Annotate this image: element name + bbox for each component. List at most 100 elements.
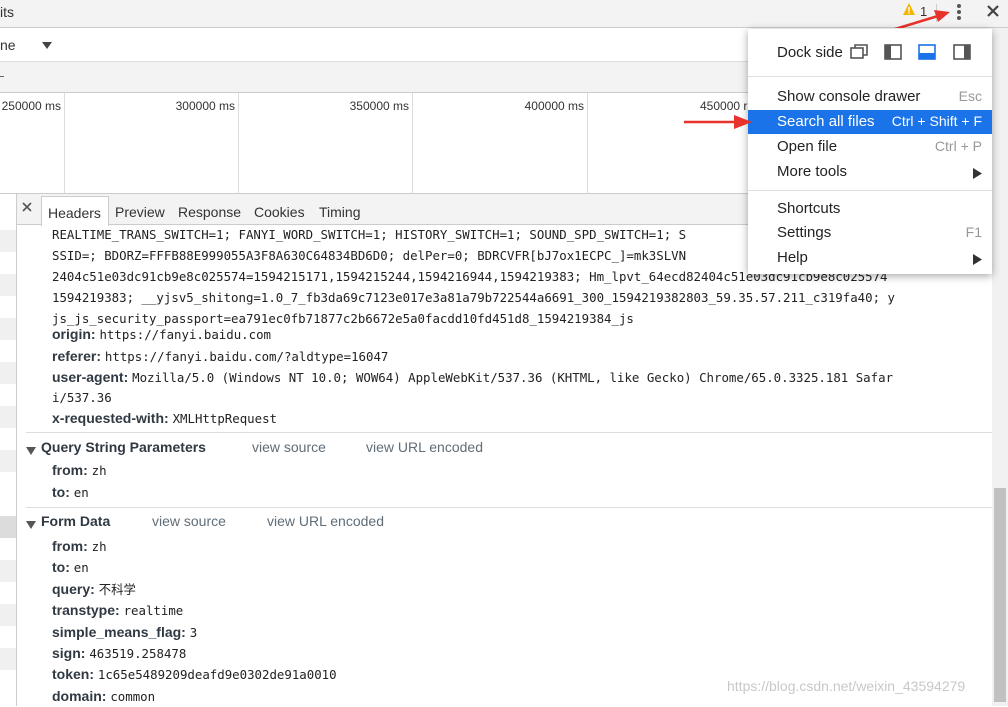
section-divider <box>26 507 992 508</box>
menu-item-search-all-files[interactable]: Search all files Ctrl + Shift + F <box>748 110 992 134</box>
menu-item-help[interactable]: Help <box>748 246 992 270</box>
param-row: sign: 463519.258478 <box>52 643 337 664</box>
request-row[interactable] <box>0 406 16 428</box>
cookie-line: 1594219383; __yjsv5_shitong=1.0_7_fb3da6… <box>52 290 895 305</box>
tab-response[interactable]: Response <box>178 204 241 220</box>
request-row[interactable] <box>0 362 16 384</box>
timeline-tick-label: 250000 ms <box>1 99 61 113</box>
tab-timing[interactable]: Timing <box>319 204 361 220</box>
close-icon[interactable] <box>21 200 33 216</box>
menu-separator <box>748 76 992 77</box>
param-value: en <box>73 485 89 500</box>
request-row[interactable] <box>0 560 16 582</box>
submenu-arrow-icon <box>973 252 982 268</box>
dock-right-icon[interactable] <box>953 44 971 63</box>
param-row: from: zh <box>52 536 337 557</box>
param-name: query: <box>52 580 95 597</box>
timeline-tick-label: 450000 r <box>700 99 748 113</box>
request-row[interactable] <box>0 450 16 472</box>
menu-item-label: Help <box>777 249 808 266</box>
header-name: user-agent: <box>52 369 129 385</box>
kebab-menu-icon[interactable] <box>954 2 964 27</box>
throttle-select-label[interactable]: ne <box>0 37 16 53</box>
menu-item-show-console-drawer[interactable]: Show console drawer Esc <box>748 85 992 109</box>
param-value: 1c65e5489209deafd9e0302de91a0010 <box>97 667 337 683</box>
timeline-tick-label: 400000 ms <box>524 99 584 113</box>
tab-cookies[interactable]: Cookies <box>254 204 305 220</box>
param-value: common <box>110 688 156 704</box>
menu-item-label: Show console drawer <box>777 88 921 105</box>
param-value: 463519.258478 <box>89 646 187 662</box>
timeline-tick-label: 300000 ms <box>175 99 235 113</box>
dock-undock-icon[interactable] <box>850 44 868 63</box>
menu-item-label: Open file <box>777 138 838 155</box>
param-name: sign: <box>52 645 86 662</box>
triangle-down-icon <box>26 443 36 459</box>
tab-preview[interactable]: Preview <box>115 204 165 220</box>
menu-item-shortcut: Ctrl + Shift + F <box>891 113 982 129</box>
close-icon[interactable] <box>984 2 1002 23</box>
param-row: transtype: realtime <box>52 600 337 621</box>
param-name: to: <box>52 484 70 500</box>
menu-item-label: Search all files <box>777 113 875 130</box>
menu-item-shortcut: Esc <box>958 88 982 104</box>
scrollbar-thumb[interactable] <box>994 488 1006 702</box>
section-title: Form Data <box>41 513 111 529</box>
chevron-down-icon[interactable] <box>42 37 52 53</box>
request-row-selected[interactable] <box>0 516 16 538</box>
tab-headers[interactable]: Headers <box>41 196 109 226</box>
param-value: 不科学 <box>98 581 136 597</box>
view-source-link[interactable]: view source <box>252 439 326 455</box>
tab-label: Headers <box>48 205 101 221</box>
param-row: token: 1c65e5489209deafd9e0302de91a0010 <box>52 664 337 685</box>
request-list-column[interactable] <box>0 194 17 706</box>
timeline-tick-label: 350000 ms <box>349 99 409 113</box>
param-name: from: <box>52 538 88 554</box>
header-x-requested-with: x-requested-with: XMLHttpRequest <box>52 410 277 426</box>
param-value: realtime <box>123 603 184 619</box>
request-row[interactable] <box>0 230 16 252</box>
menu-item-label: Settings <box>777 224 832 241</box>
param-name: domain: <box>52 687 107 704</box>
header-value-continued: i/537.36 <box>52 390 112 405</box>
param-row: to: en <box>52 484 89 500</box>
param-name: to: <box>52 559 70 576</box>
param-row: domain: common <box>52 686 337 707</box>
request-row[interactable] <box>0 648 16 670</box>
header-name: origin: <box>52 326 96 342</box>
header-value: Mozilla/5.0 (Windows NT 10.0; WOW64) App… <box>132 370 894 385</box>
menu-item-settings[interactable]: Settings F1 <box>748 221 992 245</box>
menu-item-shortcut: F1 <box>965 224 982 240</box>
toolbar-mark <box>0 76 4 77</box>
param-row: simple_means_flag: 3 <box>52 622 337 643</box>
request-row[interactable] <box>0 274 16 296</box>
view-url-encoded-link[interactable]: view URL encoded <box>366 439 483 455</box>
request-row[interactable] <box>0 604 16 626</box>
request-row[interactable] <box>0 318 16 340</box>
menu-item-label: More tools <box>777 163 848 180</box>
dock-left-icon[interactable] <box>884 44 902 63</box>
dock-side-label: Dock side <box>777 44 843 61</box>
vertical-scrollbar[interactable] <box>992 28 1008 706</box>
header-name: x-requested-with: <box>52 410 169 426</box>
view-url-encoded-link[interactable]: view URL encoded <box>267 513 384 529</box>
param-row: from: zh <box>52 462 107 478</box>
timeline-gridline <box>587 93 588 193</box>
menu-item-more-tools[interactable]: More tools <box>748 160 992 184</box>
header-origin: origin: https://fanyi.baidu.com <box>52 326 271 342</box>
param-value: 3 <box>189 624 198 640</box>
watermark: https://blog.csdn.net/weixin_43594279 <box>727 678 966 694</box>
dock-bottom-icon[interactable] <box>918 44 936 63</box>
annotation-arrow-icon <box>684 115 752 129</box>
param-name: simple_means_flag: <box>52 623 186 640</box>
devtools-settings-menu: Dock side Show console drawer Esc Search… <box>748 29 992 274</box>
view-source-link[interactable]: view source <box>152 513 226 529</box>
triangle-down-icon <box>26 517 36 533</box>
timeline-gridline <box>64 93 65 193</box>
section-title: Query String Parameters <box>41 439 206 455</box>
menu-item-shortcuts[interactable]: Shortcuts <box>748 197 992 221</box>
menu-item-open-file[interactable]: Open file Ctrl + P <box>748 135 992 159</box>
timeline-gridline <box>412 93 413 193</box>
header-value: https://fanyi.baidu.com <box>99 327 272 342</box>
param-name: from: <box>52 462 88 478</box>
